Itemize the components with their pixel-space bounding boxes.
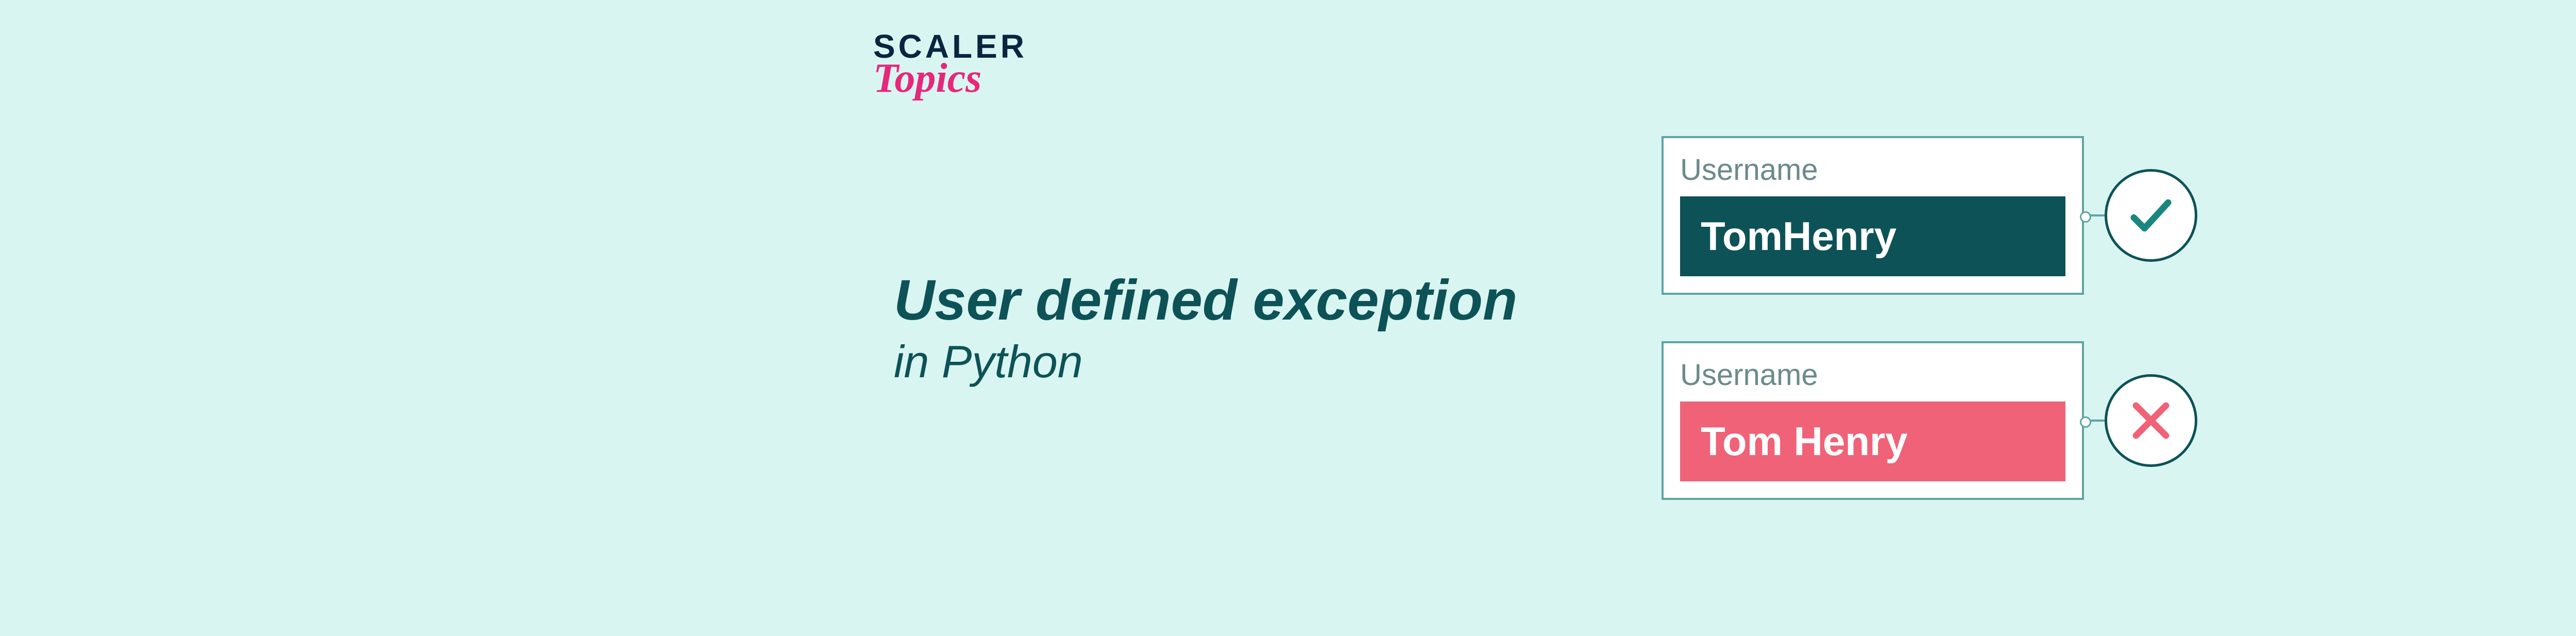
title-sub: in Python bbox=[894, 336, 1517, 388]
title-block: User defined exception in Python bbox=[894, 269, 1517, 388]
invalid-field-row: Username Tom Henry bbox=[1662, 341, 2197, 500]
valid-status-circle bbox=[2105, 169, 2197, 262]
scaler-logo: SCALER Topics bbox=[873, 32, 1027, 103]
invalid-status-circle bbox=[2105, 374, 2197, 467]
valid-field-input: TomHenry bbox=[1680, 196, 2065, 276]
connector-line bbox=[2084, 214, 2105, 216]
valid-field-box: Username TomHenry bbox=[1662, 136, 2084, 295]
connector-line bbox=[2084, 420, 2105, 422]
main-content: SCALER Topics User defined exception in … bbox=[894, 136, 2197, 500]
left-section: SCALER Topics User defined exception in … bbox=[894, 248, 1517, 388]
cross-icon bbox=[2125, 395, 2177, 446]
invalid-field-box: Username Tom Henry bbox=[1662, 341, 2084, 500]
valid-field-row: Username TomHenry bbox=[1662, 136, 2197, 295]
check-icon bbox=[2125, 190, 2177, 241]
invalid-field-label: Username bbox=[1680, 358, 2065, 392]
invalid-field-input: Tom Henry bbox=[1680, 401, 2065, 481]
right-section: Username TomHenry Username Tom Henry bbox=[1662, 136, 2197, 500]
valid-field-label: Username bbox=[1680, 153, 2065, 187]
title-main: User defined exception bbox=[894, 269, 1517, 331]
